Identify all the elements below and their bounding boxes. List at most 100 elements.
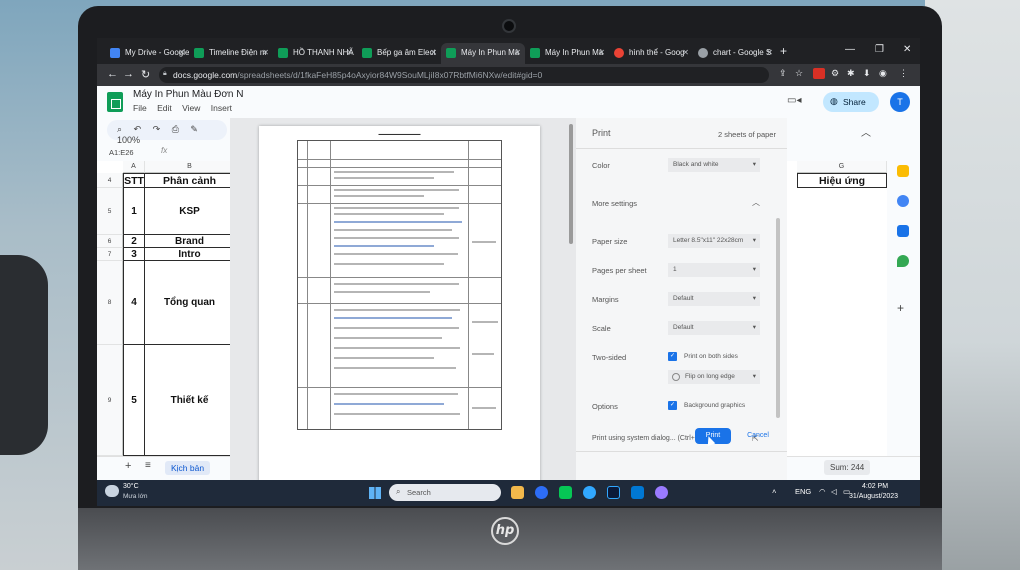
close-window-icon[interactable]: ✕ (903, 44, 911, 55)
two-sided-checkbox[interactable]: ✓ (668, 352, 677, 361)
row-header[interactable]: 6 (97, 235, 123, 248)
table-cell-phan-canh[interactable]: KSP (145, 188, 235, 235)
line-icon[interactable] (559, 486, 572, 499)
language-indicator[interactable]: ENG (795, 487, 811, 496)
sheets-logo-icon[interactable] (107, 92, 123, 112)
download-icon[interactable]: ⬇ (863, 68, 871, 79)
column-header-a[interactable]: A (123, 161, 145, 173)
avatar[interactable]: T (890, 92, 910, 112)
row-header[interactable]: 8 (97, 261, 123, 345)
print-icon[interactable]: ⎙ (172, 124, 179, 134)
new-tab-button[interactable]: + (780, 44, 787, 58)
file-explorer-icon[interactable] (511, 486, 524, 499)
cancel-button[interactable]: Cancel (743, 428, 773, 444)
maximize-icon[interactable]: ❐ (875, 44, 884, 55)
photoshop-icon[interactable] (607, 486, 620, 499)
close-icon[interactable]: ✕ (598, 48, 605, 57)
document-title[interactable]: Máy In Phun Màu Đơn N (133, 89, 244, 100)
tasks-icon[interactable] (897, 195, 909, 207)
paper-size-select[interactable]: Letter 8.5"x11" 22x28cm ▾ (668, 234, 760, 248)
video-call-icon[interactable]: ▭◂ (787, 95, 801, 106)
table-cell-stt[interactable]: 3 (123, 248, 145, 261)
weather-temperature[interactable]: 30°C (123, 483, 139, 490)
volume-icon[interactable]: ◁ (831, 487, 837, 496)
maps-icon[interactable] (897, 255, 909, 267)
sum-indicator[interactable]: Sum: 244 (824, 460, 871, 475)
tab-timeline[interactable]: Timeline Điện m ✕ (189, 43, 273, 64)
browser-icon[interactable] (583, 486, 596, 499)
all-sheets-icon[interactable]: ≡ (145, 460, 151, 471)
tab-ho-thanh-nha[interactable]: HỒ THANH NHÃ ✕ (273, 43, 357, 64)
name-box[interactable]: A1:E26 (107, 145, 155, 160)
menu-edit[interactable]: Edit (157, 103, 172, 113)
sheet-tab-kich-ban[interactable]: Kịch bản (165, 461, 211, 475)
taskbar-search[interactable]: ⌕ Search (389, 484, 501, 501)
table-cell-phan-canh[interactable]: Thiết kế (145, 345, 235, 456)
settings-scrollbar[interactable] (776, 218, 780, 418)
gear-icon[interactable]: ⚙ (831, 68, 839, 79)
column-header-g[interactable]: G (797, 161, 887, 173)
chevron-up-icon[interactable]: ︿ (861, 124, 871, 139)
url-field[interactable]: 🔒︎ docs.google.com/spreadsheets/d/1fkaFe… (159, 67, 769, 83)
redo-icon[interactable]: ↷ (153, 124, 161, 134)
profile-icon[interactable]: ◉ (879, 68, 887, 79)
flip-radio[interactable] (672, 373, 680, 381)
cloud-rain-icon[interactable] (105, 485, 119, 497)
zoom-select[interactable]: 100% (117, 135, 140, 145)
pages-per-sheet-select[interactable]: 1 ▾ (668, 263, 760, 277)
undo-icon[interactable]: ↶ (134, 124, 142, 134)
teams-icon[interactable] (631, 486, 644, 499)
row-header[interactable]: 4 (97, 173, 123, 188)
table-cell-stt[interactable]: 2 (123, 235, 145, 248)
contacts-icon[interactable] (897, 225, 909, 237)
back-icon[interactable]: ← (107, 68, 118, 80)
column-header-b[interactable]: B (145, 161, 235, 173)
menu-icon[interactable]: ⋮ (899, 68, 908, 79)
weather-description[interactable]: Mưa lớn (123, 493, 148, 500)
clock-time[interactable]: 4:02 PM (862, 483, 888, 490)
tab-my-drive[interactable]: My Drive - Google ✕ (105, 43, 189, 64)
table-cell-phan-canh[interactable]: Tổng quan (145, 261, 235, 345)
tab-bep-ga[interactable]: Bếp ga âm Elect ✕ (357, 43, 441, 64)
table-cell-stt[interactable]: 1 (123, 188, 145, 235)
keep-icon[interactable] (897, 165, 909, 177)
minimize-icon[interactable]: — (845, 44, 855, 55)
row-header[interactable]: 7 (97, 248, 123, 261)
chevron-up-icon[interactable]: ˄ (772, 487, 776, 496)
windows-start-icon[interactable] (369, 487, 381, 499)
share-button[interactable]: ◍ Share (823, 92, 879, 112)
table-cell-stt[interactable]: 5 (123, 345, 145, 456)
share-page-icon[interactable]: ⇪ (779, 68, 787, 79)
close-icon[interactable]: ✕ (346, 48, 353, 57)
app-icon[interactable] (655, 486, 668, 499)
more-settings-toggle[interactable]: More settings (592, 199, 637, 208)
background-graphics-checkbox[interactable]: ✓ (668, 401, 677, 410)
row-header[interactable]: 5 (97, 188, 123, 235)
add-sheet-icon[interactable]: + (125, 460, 131, 472)
close-icon[interactable]: ✕ (430, 48, 437, 57)
tab-may-in-1[interactable]: Máy In Phun Mà ✕ (441, 43, 525, 64)
header-cell-hieu-ung[interactable]: Hiệu ứng (797, 173, 887, 188)
table-cell-stt[interactable]: 4 (123, 261, 145, 345)
menu-file[interactable]: File (133, 103, 147, 113)
tab-may-in-2[interactable]: Máy In Phun Mà ✕ (525, 43, 609, 64)
forward-icon[interactable]: → (123, 68, 134, 80)
tab-hinh-the[interactable]: hình thể - Goog ✕ (609, 43, 693, 64)
adblock-icon[interactable] (813, 68, 825, 79)
header-cell-stt[interactable]: STT (123, 173, 145, 188)
close-icon[interactable]: ✕ (262, 48, 269, 57)
reload-icon[interactable]: ↻ (141, 68, 150, 81)
wifi-icon[interactable]: ◠ (819, 487, 826, 496)
star-icon[interactable]: ☆ (795, 68, 803, 79)
close-icon[interactable]: ✕ (514, 48, 521, 57)
preview-scrollbar[interactable] (569, 124, 573, 244)
scale-select[interactable]: Default ▾ (668, 321, 760, 335)
row-header[interactable]: 9 (97, 345, 123, 456)
flip-select[interactable]: Flip on long edge ▾ (668, 370, 760, 384)
clock-date[interactable]: 31/August/2023 (849, 493, 898, 500)
menu-insert[interactable]: Insert (211, 103, 232, 113)
close-icon[interactable]: ✕ (682, 48, 689, 57)
color-select[interactable]: Black and white ▾ (668, 158, 760, 172)
chevron-up-icon[interactable]: ︿ (752, 197, 760, 208)
menu-view[interactable]: View (182, 103, 200, 113)
